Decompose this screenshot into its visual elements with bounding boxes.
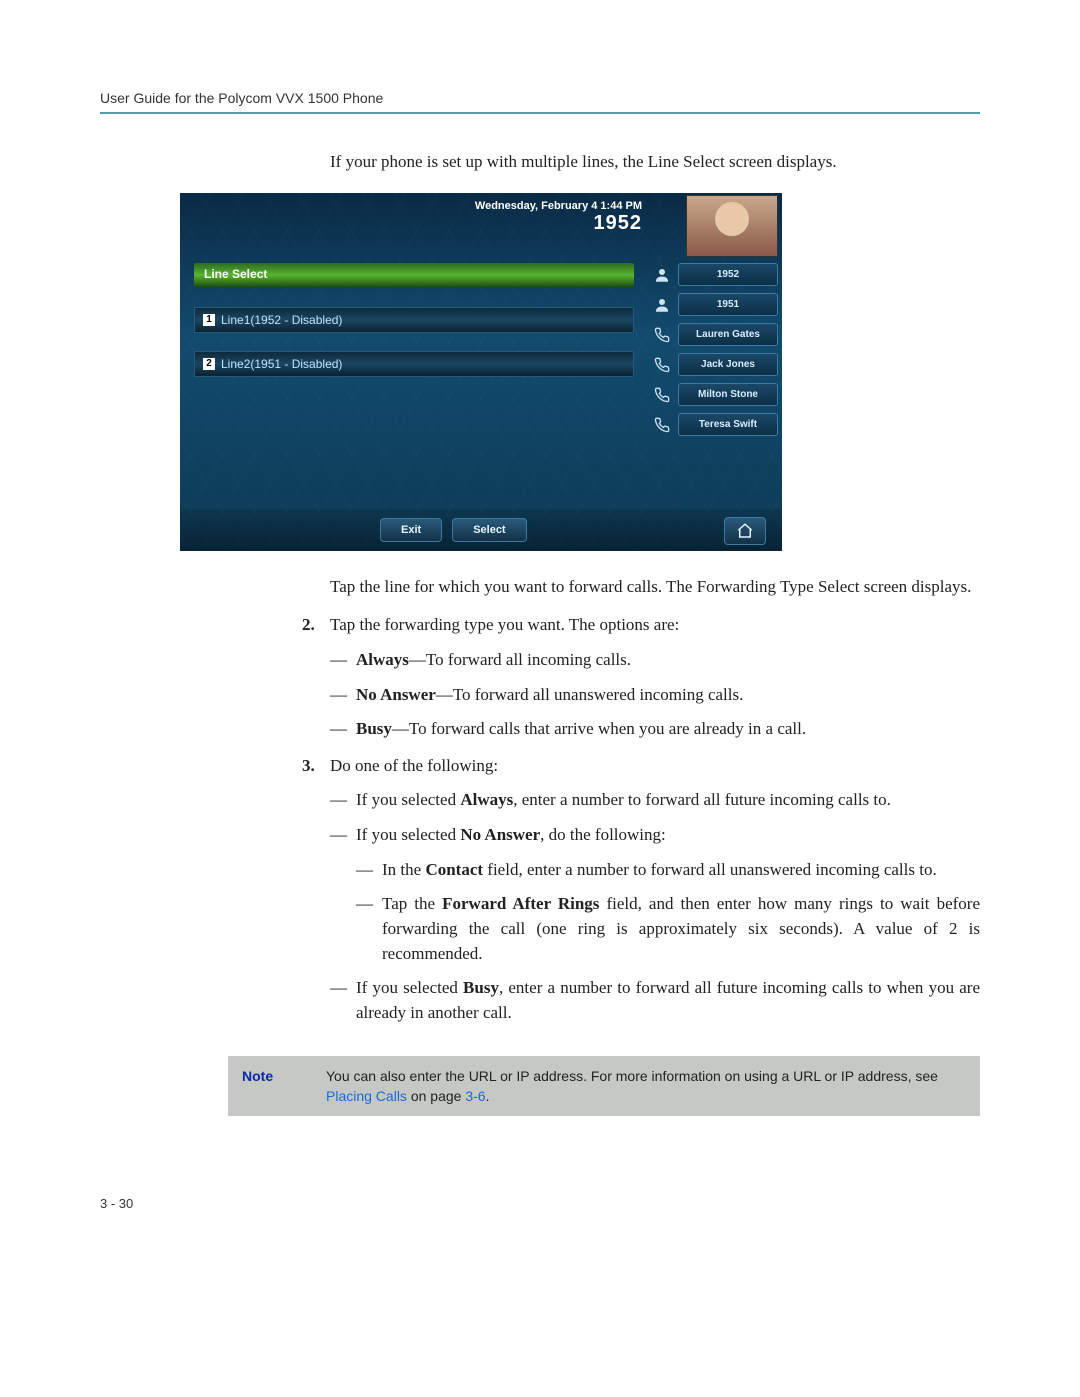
option-no-answer: No Answer—To forward all unanswered inco… — [330, 683, 980, 708]
side-button[interactable]: Lauren Gates — [678, 323, 778, 346]
page-ref-link[interactable]: 3-6 — [465, 1088, 485, 1104]
phone-icon — [650, 323, 674, 347]
phone-extension: 1952 — [475, 212, 642, 235]
step-number: 3. — [302, 754, 315, 779]
phone-screenshot: Wednesday, February 4 1:44 PM 1952 Line … — [180, 193, 980, 551]
phone-icon — [650, 383, 674, 407]
person-icon — [650, 293, 674, 317]
step-text: Do one of the following: — [330, 756, 498, 775]
note-body: You can also enter the URL or IP address… — [326, 1066, 966, 1107]
phone-date: Wednesday, February 4 1:44 PM — [475, 200, 642, 212]
after-screenshot-paragraph: Tap the line for which you want to forwa… — [330, 575, 980, 600]
select-button[interactable]: Select — [452, 518, 526, 542]
side-button[interactable]: 1952 — [678, 263, 778, 286]
line-label: Line2(1951 - Disabled) — [221, 357, 342, 371]
person-icon — [650, 263, 674, 287]
exit-button[interactable]: Exit — [380, 518, 442, 542]
option-busy: Busy—To forward calls that arrive when y… — [330, 717, 980, 742]
side-button[interactable]: Teresa Swift — [678, 413, 778, 436]
side-button[interactable]: Milton Stone — [678, 383, 778, 406]
step-2: 2. Tap the forwarding type you want. The… — [330, 613, 980, 742]
avatar — [686, 195, 778, 257]
step-3: 3. Do one of the following: If you selec… — [330, 754, 980, 1026]
side-panel: 1952 1951 Lauren Gates — [650, 263, 778, 437]
placing-calls-link[interactable]: Placing Calls — [326, 1088, 407, 1104]
phone-icon — [650, 353, 674, 377]
line-label: Line1(1952 - Disabled) — [221, 313, 342, 327]
line-badge: 2 — [203, 358, 215, 370]
page-header: User Guide for the Polycom VVX 1500 Phon… — [100, 90, 980, 114]
step-text: Tap the forwarding type you want. The op… — [330, 615, 679, 634]
option-always: Always—To forward all incoming calls. — [330, 648, 980, 673]
intro-paragraph: If your phone is set up with multiple li… — [330, 150, 980, 175]
step3-item-no-answer: If you selected No Answer, do the follow… — [330, 823, 980, 966]
line-badge: 1 — [203, 314, 215, 326]
step-number: 2. — [302, 613, 315, 638]
page-number: 3 - 30 — [100, 1196, 980, 1211]
note-box: Note You can also enter the URL or IP ad… — [228, 1056, 980, 1117]
step3-item-busy: If you selected Busy, enter a number to … — [330, 976, 980, 1025]
side-button[interactable]: Jack Jones — [678, 353, 778, 376]
noanswer-sub-forward-after-rings: Tap the Forward After Rings field, and t… — [356, 892, 980, 966]
step3-item-always: If you selected Always, enter a number t… — [330, 788, 980, 813]
line-item-2[interactable]: 2 Line2(1951 - Disabled) — [194, 351, 634, 377]
side-button[interactable]: 1951 — [678, 293, 778, 316]
line-select-title: Line Select — [194, 263, 634, 287]
home-button[interactable] — [724, 517, 766, 545]
phone-icon — [650, 413, 674, 437]
noanswer-sub-contact: In the Contact field, enter a number to … — [356, 858, 980, 883]
note-label: Note — [242, 1066, 326, 1086]
line-item-1[interactable]: 1 Line1(1952 - Disabled) — [194, 307, 634, 333]
